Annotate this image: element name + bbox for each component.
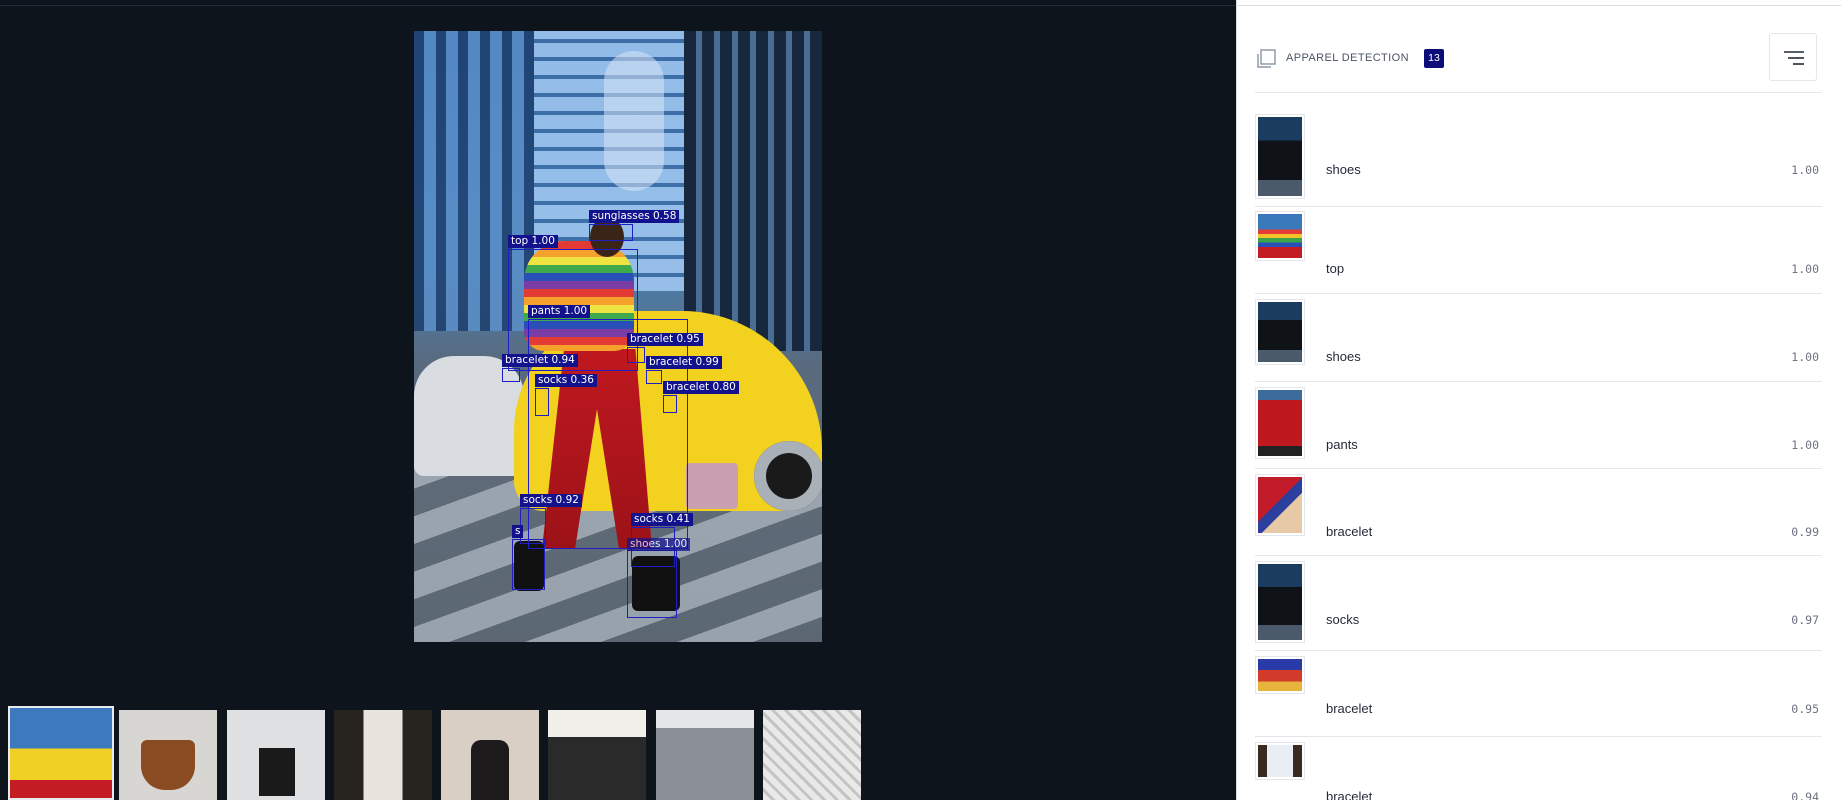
detection-crop-thumbnail — [1255, 656, 1305, 694]
sky-reflection — [604, 51, 664, 191]
thumbnail-grey-sweater[interactable] — [656, 710, 754, 800]
detection-box-bracelet[interactable]: bracelet 0.99 — [646, 356, 722, 384]
detection-label: socks 0.41 — [631, 513, 693, 526]
detection-item-score: 1.00 — [1791, 438, 1819, 452]
detection-item-label: top — [1326, 261, 1345, 276]
detection-crop-thumbnail — [1255, 114, 1305, 199]
detection-label: s — [512, 525, 524, 538]
thumbnail-blazer[interactable] — [334, 710, 432, 800]
detection-list: shoes 1.00 top 1.00 shoes 1.00 pants 1.0… — [1255, 110, 1822, 800]
detection-box-bracelet[interactable]: bracelet 0.95 — [627, 333, 703, 363]
detection-label: bracelet 0.80 — [663, 381, 739, 394]
detection-label: bracelet 0.94 — [502, 354, 578, 367]
detection-list-item[interactable]: bracelet 0.95 — [1255, 651, 1822, 737]
viewer-top-divider — [0, 5, 1236, 6]
panel-header: APPAREL DETECTION 13 — [1255, 30, 1822, 93]
detection-box-bracelet[interactable]: bracelet 0.80 — [663, 381, 739, 413]
thumbnail-top[interactable] — [548, 710, 646, 800]
detection-item-score: 0.95 — [1791, 702, 1819, 716]
building-right — [684, 31, 822, 351]
detection-list-item[interactable]: bracelet 0.94 — [1255, 737, 1822, 800]
detection-list-item[interactable]: socks 0.97 — [1255, 556, 1822, 651]
detection-box-shoes[interactable]: shoes 1.00 — [627, 538, 691, 618]
detection-item-label: bracelet — [1326, 789, 1373, 800]
detection-label: socks 0.92 — [520, 494, 582, 507]
detection-label: pants 1.00 — [528, 305, 591, 318]
detection-list-item[interactable]: bracelet 0.99 — [1255, 469, 1822, 556]
detection-crop-thumbnail — [1255, 387, 1305, 459]
person-handbag — [686, 463, 738, 509]
detection-label: bracelet 0.95 — [627, 333, 703, 346]
thumbnail-pattern-outfit[interactable] — [763, 710, 861, 800]
detection-crop-thumbnail — [1255, 474, 1305, 536]
thumbnail-black-dress[interactable] — [441, 710, 539, 800]
detection-label: top 1.00 — [508, 235, 558, 248]
thumbnail-black-tote[interactable] — [227, 710, 325, 800]
panel-title: APPAREL DETECTION — [1286, 52, 1409, 64]
detection-box-bracelet[interactable]: bracelet 0.94 — [502, 354, 578, 382]
layers-icon — [1255, 48, 1277, 70]
detection-item-score: 1.00 — [1791, 350, 1819, 364]
detection-label: bracelet 0.99 — [646, 356, 722, 369]
detection-item-score: 0.94 — [1791, 790, 1819, 800]
detection-box-sunglasses[interactable]: sunglasses 0.58 — [589, 210, 680, 241]
detection-list-item[interactable]: top 1.00 — [1255, 207, 1822, 294]
detection-item-score: 0.99 — [1791, 525, 1819, 539]
detection-item-label: bracelet — [1326, 701, 1373, 716]
detection-crop-thumbnail — [1255, 299, 1305, 365]
car-wheel — [754, 441, 822, 511]
thumbnail-street-outfit[interactable] — [8, 706, 114, 800]
detection-item-score: 1.00 — [1791, 262, 1819, 276]
detection-crop-thumbnail — [1255, 211, 1305, 261]
detection-panel: APPAREL DETECTION 13 shoes 1.00 top 1.00… — [1236, 0, 1841, 800]
detection-item-label: pants — [1326, 437, 1358, 452]
detection-box-shoes[interactable]: s — [512, 525, 545, 590]
detection-list-item[interactable]: shoes 1.00 — [1255, 294, 1822, 382]
detection-item-score: 1.00 — [1791, 163, 1819, 177]
detection-crop-thumbnail — [1255, 561, 1305, 643]
detection-item-score: 0.97 — [1791, 613, 1819, 627]
detection-item-label: bracelet — [1326, 524, 1373, 539]
panel-top-divider — [1237, 5, 1841, 6]
detection-box-socks[interactable]: socks 0.36 — [535, 374, 597, 416]
detection-list-item[interactable]: shoes 1.00 — [1255, 110, 1822, 207]
thumbnail-brown-bag[interactable] — [119, 710, 217, 800]
detection-label: shoes 1.00 — [627, 538, 691, 551]
detection-item-label: shoes — [1326, 162, 1361, 177]
detection-item-label: socks — [1326, 612, 1360, 627]
detection-list-item[interactable]: pants 1.00 — [1255, 382, 1822, 469]
filter-lines-icon — [1784, 51, 1804, 65]
detection-crop-thumbnail — [1255, 742, 1305, 780]
detection-label: sunglasses 0.58 — [589, 210, 680, 223]
detection-item-label: shoes — [1326, 349, 1361, 364]
detection-label: socks 0.36 — [535, 374, 597, 387]
main-image[interactable]: sunglasses 0.58 top 1.00 pants 1.00 brac… — [414, 31, 822, 642]
detection-count-badge: 13 — [1424, 49, 1444, 68]
filter-menu-button[interactable] — [1769, 33, 1817, 81]
